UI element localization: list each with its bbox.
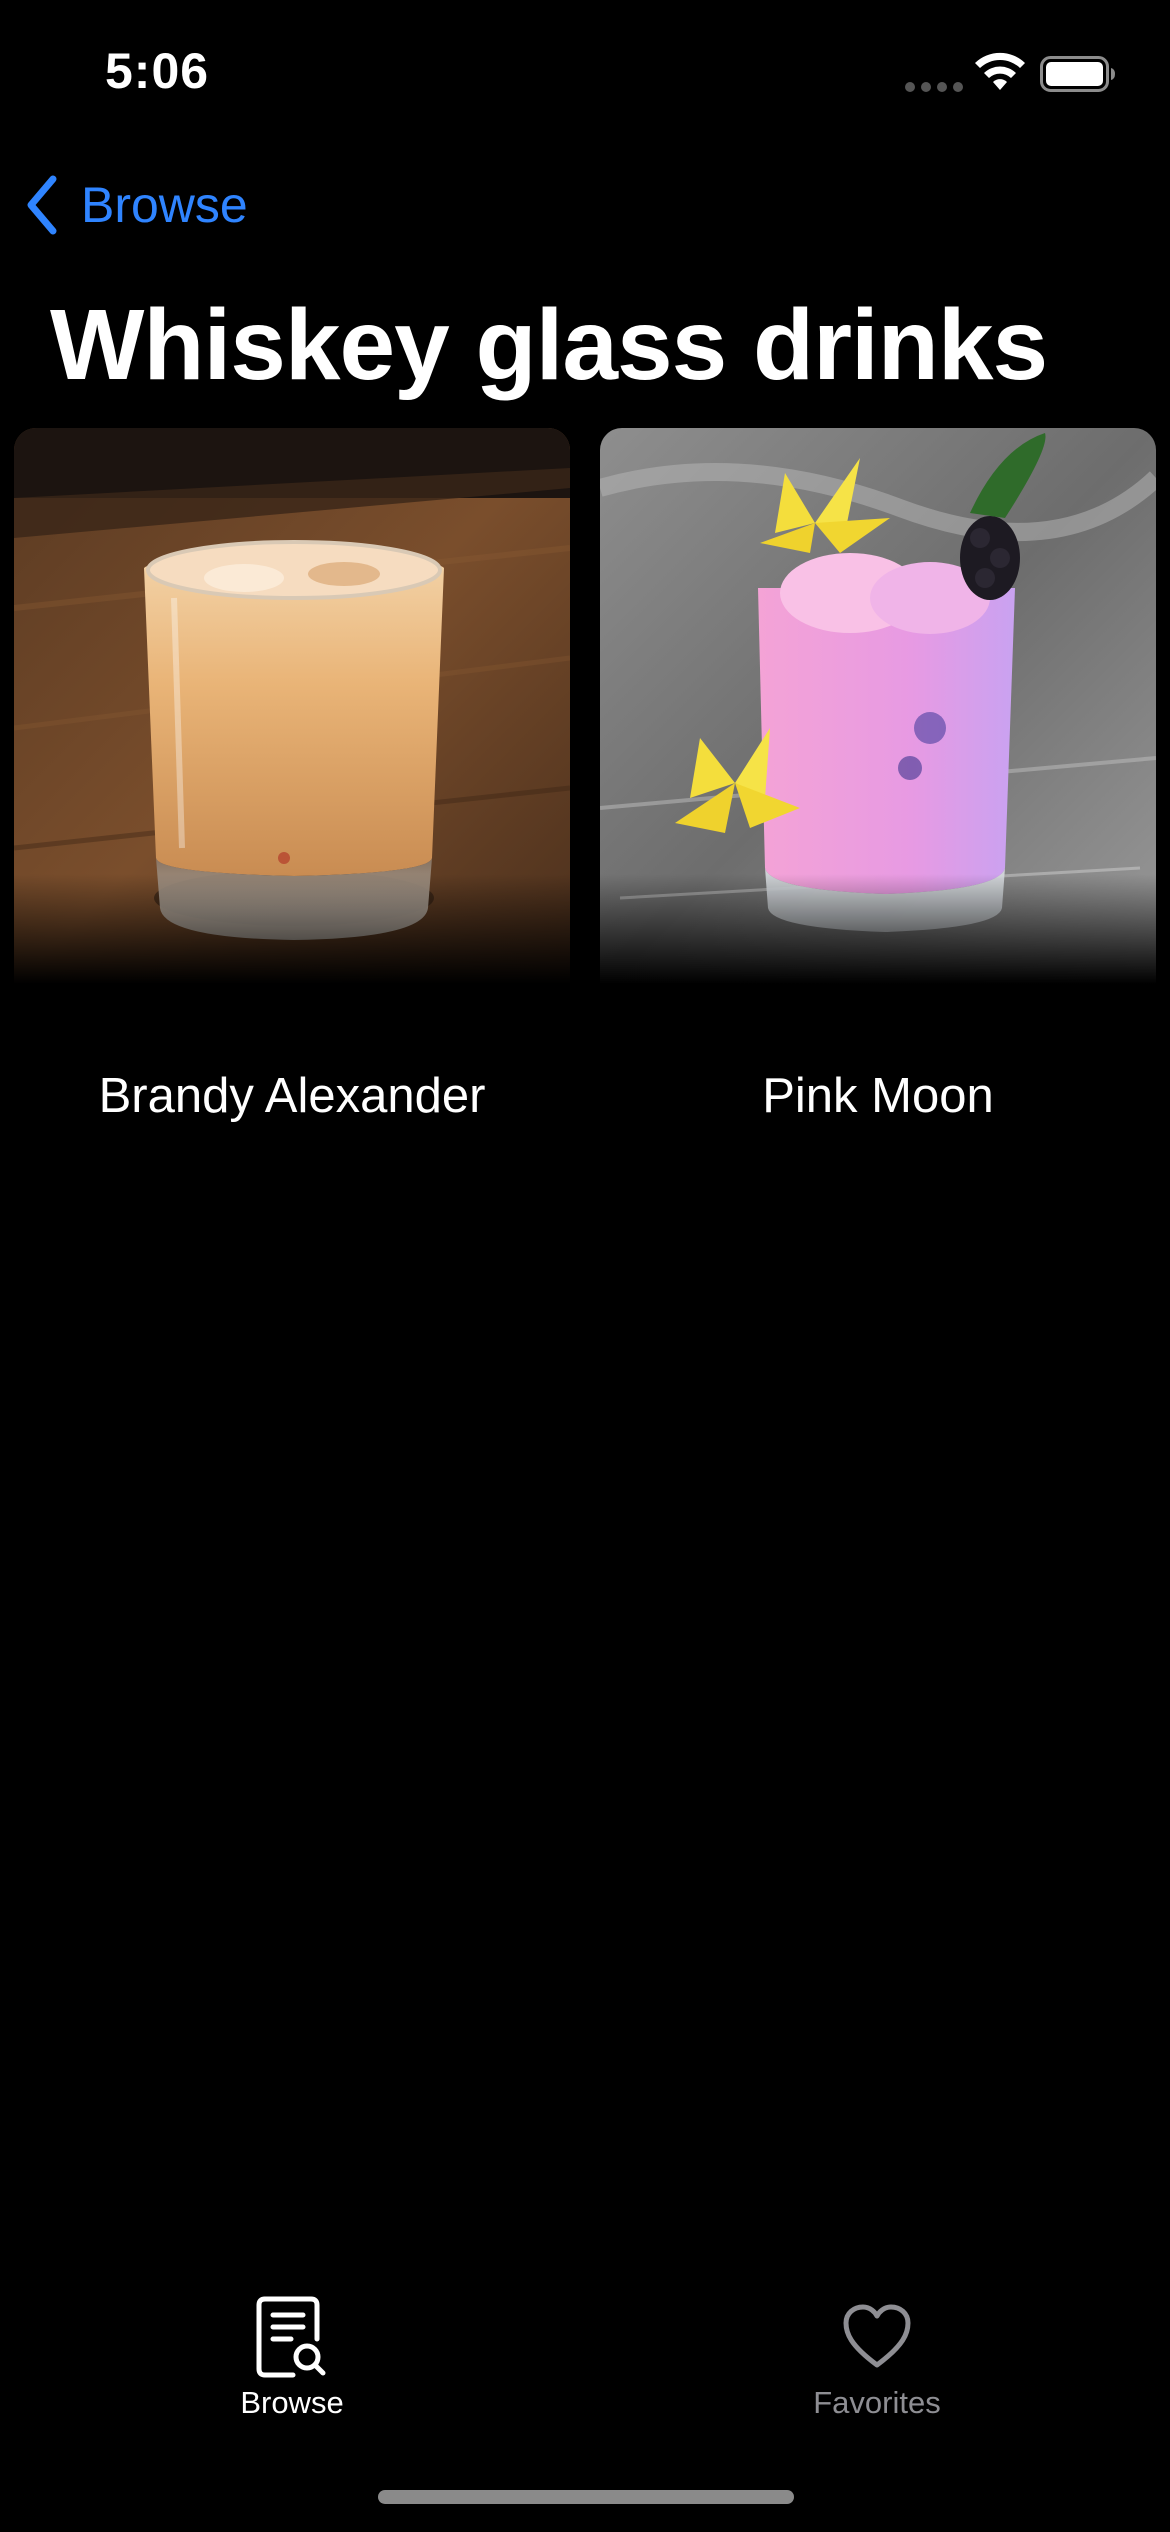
drink-card-brandy-alexander[interactable]: Brandy Alexander xyxy=(14,428,570,1123)
tab-favorites[interactable]: Favorites xyxy=(727,2295,1027,2421)
battery-icon xyxy=(1040,56,1115,92)
tab-browse-label: Browse xyxy=(240,2385,344,2420)
wifi-icon xyxy=(975,52,1025,90)
browse-search-icon xyxy=(256,2296,326,2378)
tab-browse[interactable]: Browse xyxy=(142,2295,442,2421)
tab-favorites-label: Favorites xyxy=(813,2385,941,2420)
home-indicator[interactable] xyxy=(378,2490,794,2504)
drink-image-brandy-alexander xyxy=(14,428,570,984)
drink-name: Pink Moon xyxy=(762,1069,994,1123)
heart-icon xyxy=(843,2304,911,2368)
back-button[interactable]: Browse xyxy=(25,170,248,240)
cellular-signal-icon xyxy=(905,82,963,92)
page-title: Whiskey glass drinks xyxy=(50,289,1048,401)
back-button-label: Browse xyxy=(81,177,248,233)
status-time: 5:06 xyxy=(105,43,210,99)
drink-image-pink-moon xyxy=(600,428,1156,984)
drink-card-pink-moon[interactable]: Pink Moon xyxy=(600,428,1156,1123)
chevron-left-icon xyxy=(27,175,57,235)
drink-name: Brandy Alexander xyxy=(98,1069,486,1123)
